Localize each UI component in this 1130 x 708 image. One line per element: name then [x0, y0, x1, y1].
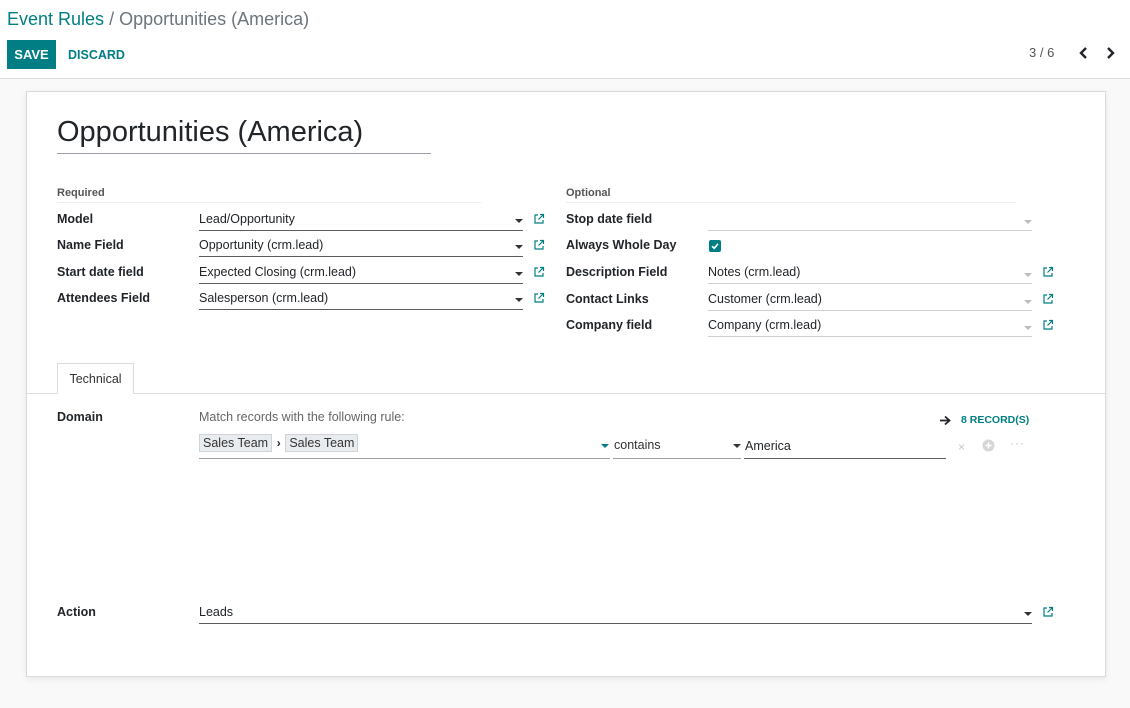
- external-link-icon[interactable]: [1042, 266, 1054, 278]
- record-name-field[interactable]: Opportunities (America): [57, 116, 431, 154]
- chevron-down-icon[interactable]: [1024, 220, 1032, 224]
- domain-path-underline: [199, 458, 610, 459]
- close-icon[interactable]: ×: [958, 440, 965, 454]
- pager-value[interactable]: 3 / 6: [1029, 45, 1054, 60]
- start-date-field[interactable]: Expected Closing (crm.lead): [199, 262, 523, 284]
- chevron-down-icon[interactable]: [1024, 612, 1032, 616]
- domain-value-input[interactable]: America: [745, 439, 791, 453]
- form-sheet: Opportunities (America) Required Model L…: [26, 91, 1106, 677]
- domain-value-underline: [744, 458, 946, 459]
- domain-records-link[interactable]: 8 RECORD(S): [961, 414, 1029, 426]
- arrow-right-icon[interactable]: [939, 414, 951, 429]
- action-label: Action: [57, 605, 96, 619]
- control-panel: Event Rules / Opportunities (America) SA…: [0, 0, 1130, 79]
- domain-operator-underline: [613, 458, 741, 459]
- chevron-right-icon: ›: [276, 436, 281, 450]
- chevron-down-icon[interactable]: [1024, 273, 1032, 277]
- chevron-right-icon[interactable]: [1102, 44, 1118, 62]
- external-link-icon[interactable]: [533, 239, 545, 251]
- stop-date-label: Stop date field: [566, 212, 653, 226]
- external-link-icon[interactable]: [1042, 293, 1054, 305]
- contact-links-label: Contact Links: [566, 292, 649, 306]
- required-group-title: Required: [57, 187, 481, 203]
- whole-day-label: Always Whole Day: [566, 238, 677, 252]
- company-field[interactable]: Company (crm.lead): [708, 315, 1032, 337]
- external-link-icon[interactable]: [533, 213, 545, 225]
- tab-technical[interactable]: Technical: [57, 363, 134, 394]
- model-field[interactable]: Lead/Opportunity: [199, 209, 523, 231]
- company-label: Company field: [566, 318, 653, 332]
- external-link-icon[interactable]: [1042, 319, 1054, 331]
- whole-day-checkbox[interactable]: [709, 240, 721, 252]
- name-field-label: Name Field: [57, 238, 124, 252]
- ellipsis-icon[interactable]: ···: [1010, 436, 1025, 450]
- breadcrumb-current: Opportunities (America): [119, 9, 310, 29]
- domain-help-text: Match records with the following rule:: [199, 410, 405, 424]
- chevron-down-icon[interactable]: [1024, 300, 1032, 304]
- start-date-label: Start date field: [57, 265, 144, 279]
- chevron-down-icon[interactable]: [515, 219, 523, 223]
- chevron-down-icon[interactable]: [515, 298, 523, 302]
- contact-links-field[interactable]: Customer (crm.lead): [708, 289, 1032, 311]
- external-link-icon[interactable]: [533, 266, 545, 278]
- domain-label: Domain: [57, 410, 103, 424]
- breadcrumb: Event Rules / Opportunities (America): [7, 9, 309, 30]
- name-field-select[interactable]: Opportunity (crm.lead): [199, 235, 523, 257]
- chevron-down-icon[interactable]: [601, 444, 609, 448]
- optional-group-title: Optional: [566, 187, 1016, 203]
- chevron-down-icon[interactable]: [1024, 326, 1032, 330]
- breadcrumb-separator: /: [104, 9, 120, 29]
- tab-divider: [27, 393, 1105, 394]
- domain-operator-select[interactable]: contains: [614, 438, 661, 452]
- add-circle-icon[interactable]: [982, 439, 995, 455]
- chevron-down-icon[interactable]: [515, 245, 523, 249]
- save-button[interactable]: SAVE: [7, 40, 56, 69]
- action-field[interactable]: Leads: [199, 602, 1032, 624]
- domain-path-selector[interactable]: Sales Team › Sales Team: [199, 434, 359, 452]
- stop-date-field[interactable]: [708, 209, 1032, 231]
- domain-path-chip: Sales Team: [199, 434, 273, 452]
- breadcrumb-parent[interactable]: Event Rules: [7, 9, 104, 29]
- external-link-icon[interactable]: [533, 292, 545, 304]
- chevron-down-icon[interactable]: [515, 272, 523, 276]
- discard-button[interactable]: DISCARD: [68, 40, 125, 69]
- external-link-icon[interactable]: [1042, 606, 1054, 618]
- chevron-down-icon[interactable]: [733, 444, 741, 448]
- attendees-field[interactable]: Salesperson (crm.lead): [199, 288, 523, 310]
- model-label: Model: [57, 212, 94, 226]
- chevron-left-icon[interactable]: [1076, 44, 1092, 62]
- description-field[interactable]: Notes (crm.lead): [708, 262, 1032, 284]
- domain-path-chip: Sales Team: [285, 434, 359, 452]
- attendees-label: Attendees Field: [57, 291, 151, 305]
- description-label: Description Field: [566, 265, 668, 279]
- check-icon: [711, 243, 719, 250]
